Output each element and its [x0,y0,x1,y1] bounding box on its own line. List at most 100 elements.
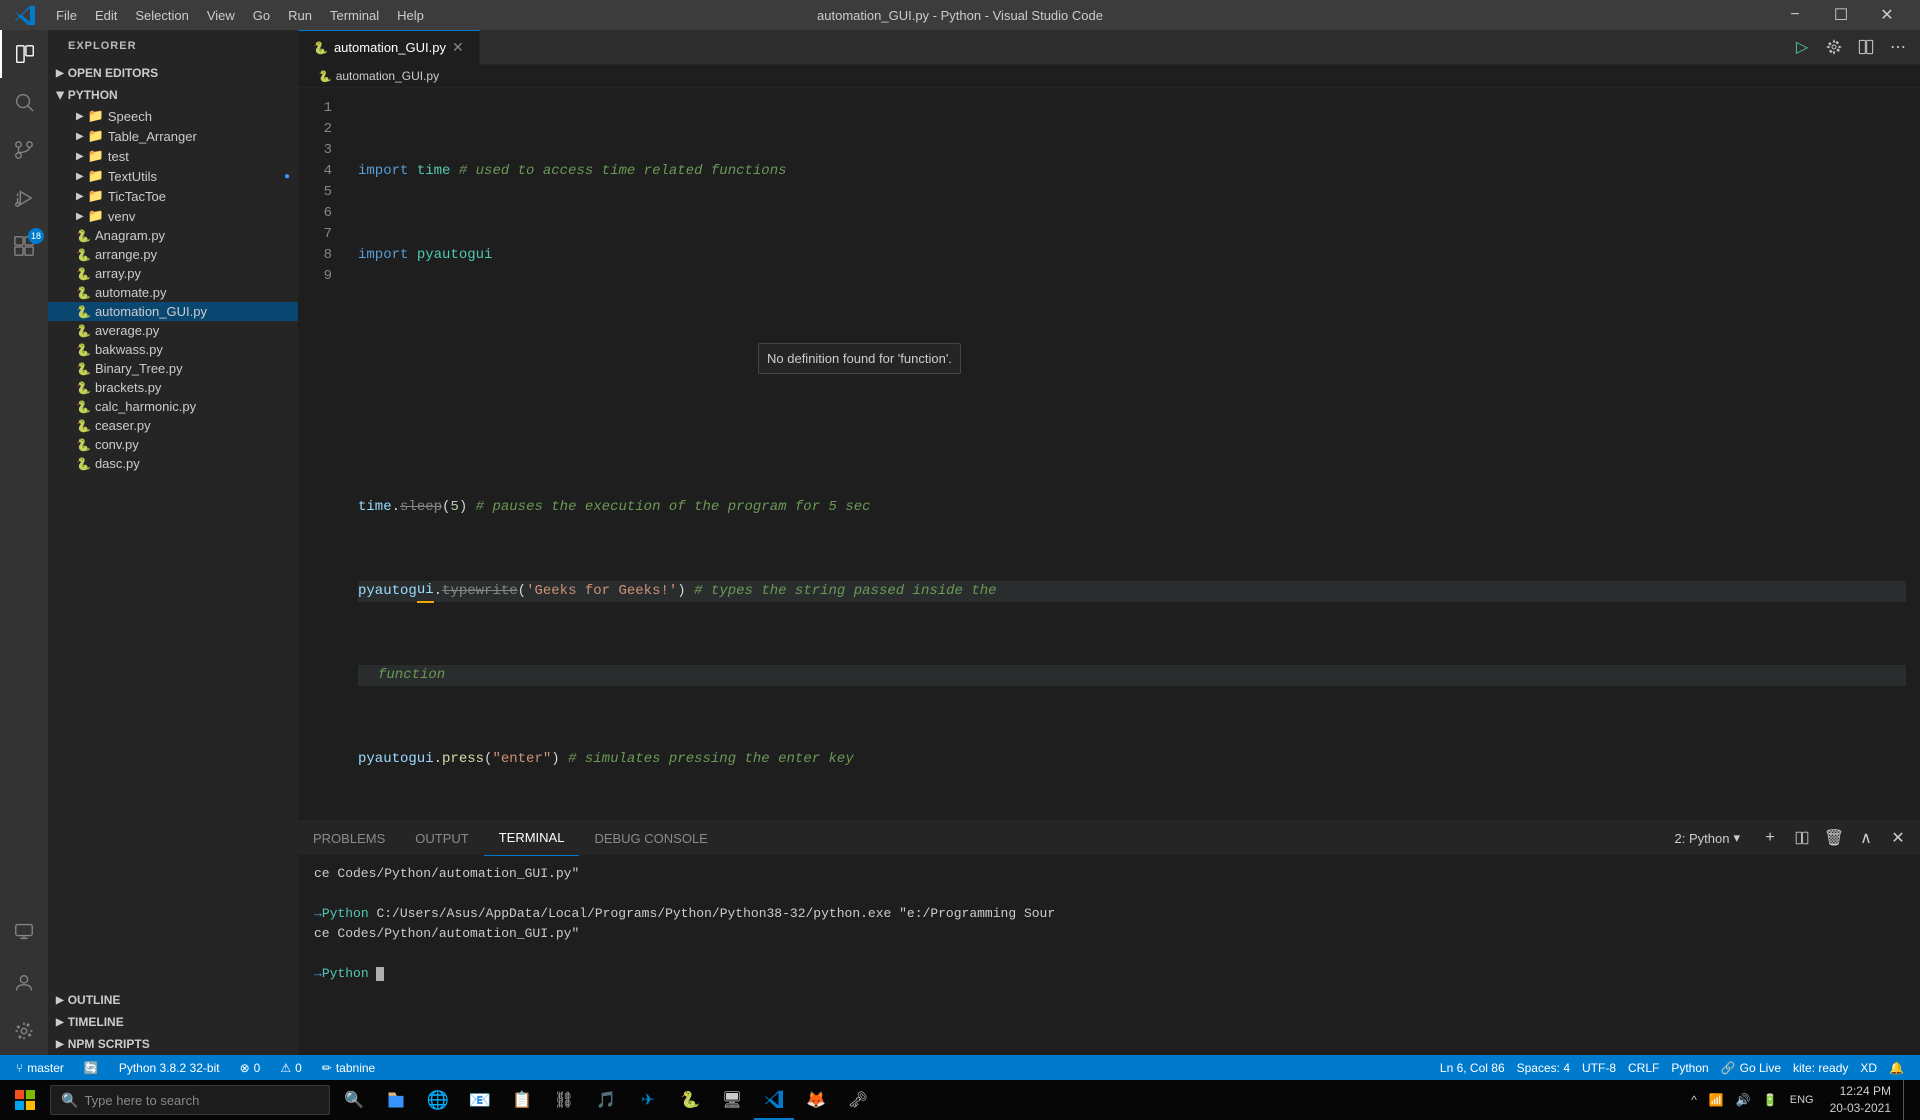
terminal-instance-selector[interactable]: 2: Python ▾ [1667,830,1748,846]
sidebar-item-automate[interactable]: 🐍 automate.py [48,283,298,302]
taskbar-show-desktop[interactable] [1903,1080,1912,1120]
maximize-button[interactable]: ☐ [1818,0,1864,30]
minimize-button[interactable]: − [1772,0,1818,30]
status-xd[interactable]: XD [1854,1055,1883,1080]
taskbar-tray-volume[interactable]: 🔊 [1732,1080,1755,1120]
sidebar-item-bakwass[interactable]: 🐍 bakwass.py [48,340,298,359]
taskbar-tray-battery[interactable]: 🔋 [1759,1080,1782,1120]
taskbar-app-spotify[interactable]: 🎵 [586,1080,626,1120]
sidebar-item-venv[interactable]: ▶ 📁 venv [48,206,298,226]
status-warnings[interactable]: ⚠ 0 [274,1055,307,1080]
status-line-ending[interactable]: CRLF [1622,1055,1665,1080]
close-panel-button[interactable]: ✕ [1884,824,1912,852]
run-python-button[interactable]: ▷ [1788,33,1816,61]
split-editor-button[interactable] [1852,33,1880,61]
sidebar-item-average[interactable]: 🐍 average.py [48,321,298,340]
remote-explorer-activity-item[interactable] [0,907,48,955]
status-kite[interactable]: kite: ready [1787,1055,1854,1080]
taskbar-app-task6[interactable]: ⛓ [544,1080,584,1120]
taskbar-search-bar[interactable]: 🔍 Type here to search [50,1085,330,1115]
panel-tab-output[interactable]: OUTPUT [400,821,483,856]
taskbar-app-task12[interactable]: 🗝 [838,1080,878,1120]
sidebar-item-automation-gui[interactable]: 🐍 automation_GUI.py [48,302,298,321]
taskbar-app-github[interactable]: 🖥 [712,1080,752,1120]
status-go-live[interactable]: 🔗 Go Live [1715,1055,1787,1080]
sidebar-item-brackets[interactable]: 🐍 brackets.py [48,378,298,397]
menu-go[interactable]: Go [245,6,278,25]
sidebar-item-calc-harmonic[interactable]: 🐍 calc_harmonic.py [48,397,298,416]
accounts-activity-item[interactable] [0,959,48,1007]
status-encoding[interactable]: UTF-8 [1576,1055,1622,1080]
sidebar-item-anagram[interactable]: 🐍 Anagram.py [48,226,298,245]
code-content[interactable]: import time # used to access time relate… [348,88,1906,820]
python-section[interactable]: ▶ PYTHON [48,84,298,106]
add-terminal-button[interactable]: + [1756,824,1784,852]
npm-scripts-section[interactable]: ▶ NPM SCRIPTS [48,1033,298,1055]
taskbar-app-task11[interactable]: 🦊 [796,1080,836,1120]
outline-section[interactable]: ▶ OUTLINE [48,989,298,1011]
panel-tab-problems[interactable]: PROBLEMS [298,821,400,856]
status-branch[interactable]: ⑂ master [10,1055,70,1080]
search-activity-item[interactable] [0,78,48,126]
status-language-mode[interactable]: Python [1665,1055,1714,1080]
taskbar-app-mail[interactable]: 📧 [460,1080,500,1120]
menu-help[interactable]: Help [389,6,432,25]
close-button[interactable]: ✕ [1864,0,1910,30]
open-editors-section[interactable]: ▶ OPEN EDITORS [48,62,298,84]
breadcrumb-file[interactable]: automation_GUI.py [336,69,439,83]
menu-file[interactable]: File [48,6,85,25]
sidebar-item-tictactoe[interactable]: ▶ 📁 TicTacToe [48,186,298,206]
maximize-panel-button[interactable]: ∧ [1852,824,1880,852]
sidebar-item-table-arranger[interactable]: ▶ 📁 Table_Arranger [48,126,298,146]
panel-tab-terminal[interactable]: TERMINAL [484,821,580,856]
sidebar-item-array[interactable]: 🐍 array.py [48,264,298,283]
status-tabnine[interactable]: ✏ tabnine [316,1055,381,1080]
menu-edit[interactable]: Edit [87,6,125,25]
status-errors[interactable]: ⊗ 0 [234,1055,267,1080]
menu-run[interactable]: Run [280,6,320,25]
timeline-section[interactable]: ▶ TIMELINE [48,1011,298,1033]
menu-view[interactable]: View [199,6,243,25]
status-python-version[interactable]: Python 3.8.2 32-bit [113,1055,226,1080]
sidebar-item-binary-tree[interactable]: 🐍 Binary_Tree.py [48,359,298,378]
sidebar-item-textutils[interactable]: ▶ 📁 TextUtils ● [48,166,298,186]
taskbar-tray-up[interactable]: ^ [1687,1080,1701,1120]
taskbar-app-explorer[interactable] [376,1080,416,1120]
code-editor[interactable]: 1 2 3 4 5 6 7 8 9 import time # used to … [298,88,1920,820]
sidebar-item-conv[interactable]: 🐍 conv.py [48,435,298,454]
settings-activity-item[interactable] [0,1007,48,1055]
terminal-content[interactable]: ce Codes/Python/automation_GUI.py" →Pyth… [298,856,1920,1055]
taskbar-app-telegram[interactable]: ✈ [628,1080,668,1120]
more-actions-button[interactable]: ⋯ [1884,33,1912,61]
status-sync[interactable]: 🔄 [78,1055,105,1080]
taskbar-clock[interactable]: 12:24 PM 20-03-2021 [1822,1083,1899,1117]
run-activity-item[interactable] [0,174,48,222]
sidebar-item-arrange[interactable]: 🐍 arrange.py [48,245,298,264]
tab-close-button[interactable]: ✕ [452,39,464,56]
status-spaces[interactable]: Spaces: 4 [1511,1055,1576,1080]
source-control-activity-item[interactable] [0,126,48,174]
explorer-activity-item[interactable] [0,30,48,78]
tab-automation-gui[interactable]: 🐍 automation_GUI.py ✕ [298,30,480,65]
sidebar-item-test[interactable]: ▶ 📁 test [48,146,298,166]
taskbar-tray-eng[interactable]: ENG [1786,1080,1818,1120]
kill-terminal-button[interactable]: 🗑 [1820,824,1848,852]
windows-start-button[interactable] [0,1080,50,1120]
taskbar-app-pycharm[interactable]: 🐍 [670,1080,710,1120]
split-terminal-button[interactable] [1788,824,1816,852]
sidebar-item-speech[interactable]: ▶ 📁 Speech [48,106,298,126]
taskbar-app-task5[interactable]: 📋 [502,1080,542,1120]
taskbar-app-vscode-active[interactable] [754,1080,794,1120]
status-notifications[interactable]: 🔔 [1883,1055,1910,1080]
menu-selection[interactable]: Selection [127,6,196,25]
sidebar-item-ceaser[interactable]: 🐍 ceaser.py [48,416,298,435]
taskbar-tray-wifi[interactable]: 📶 [1705,1080,1728,1120]
status-cursor-pos[interactable]: Ln 6, Col 86 [1434,1055,1511,1080]
extensions-activity-item[interactable]: 18 [0,222,48,270]
taskbar-app-edge[interactable]: 🌐 [418,1080,458,1120]
menu-terminal[interactable]: Terminal [322,6,387,25]
open-settings-button[interactable] [1820,33,1848,61]
taskbar-app-search[interactable]: 🔍 [334,1080,374,1120]
sidebar-item-dasc[interactable]: 🐍 dasc.py [48,454,298,473]
panel-tab-debug[interactable]: DEBUG CONSOLE [579,821,722,856]
